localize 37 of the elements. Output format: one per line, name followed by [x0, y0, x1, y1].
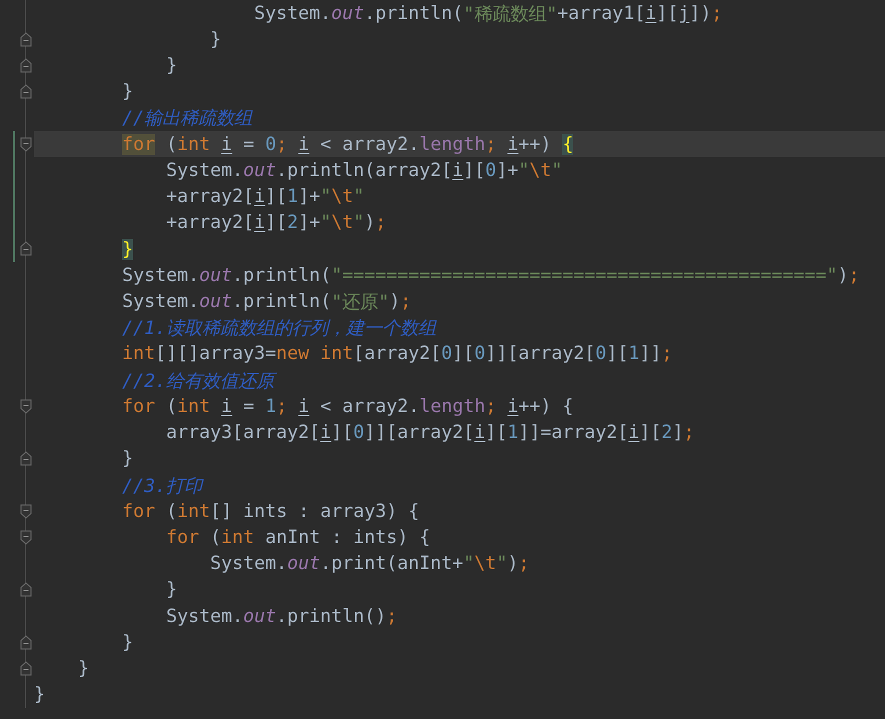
code-line: }	[165, 578, 178, 602]
collapse-end-icon[interactable]	[20, 582, 32, 598]
code-line: System.out.println();	[165, 604, 398, 629]
code-line: }	[121, 630, 134, 655]
code-line: +array2[i][2]+"\t");	[165, 211, 388, 236]
collapse-end-icon[interactable]	[20, 660, 32, 676]
code-line: }	[121, 447, 134, 472]
code-line: System.out.println("稀疏数组"+array1[i][j]);	[253, 2, 724, 26]
collapse-end-icon[interactable]	[20, 241, 32, 256]
code-line: //3.打印	[121, 474, 205, 498]
collapse-start-icon[interactable]	[20, 136, 32, 152]
collapse-end-icon[interactable]	[20, 84, 32, 100]
code-line: +array2[i][1]+"\t"	[165, 185, 366, 210]
collapse-start-icon[interactable]	[20, 530, 32, 545]
code-line: //1.读取稀疏数组的行列，建一个数组	[121, 317, 438, 341]
code-line: for (int anInt : ints) {	[165, 526, 432, 550]
collapse-start-icon[interactable]	[20, 398, 32, 414]
collapse-start-icon[interactable]	[20, 504, 32, 519]
code-line: }	[121, 80, 134, 104]
code-line: System.out.println("还原");	[121, 290, 412, 315]
code-line: }	[165, 54, 178, 78]
code-line: }	[209, 28, 222, 52]
code-line: System.out.println(array2[i][0]+"\t"	[165, 158, 564, 183]
code-line: //输出稀疏数组	[121, 107, 254, 132]
collapse-end-icon[interactable]	[20, 32, 32, 47]
collapse-end-icon[interactable]	[20, 634, 32, 650]
collapse-end-icon[interactable]	[20, 58, 32, 73]
code-line: array3[array2[i][0]][array2[i][1]]=array2[i][2];	[165, 421, 696, 446]
code-line: System.out.print(anInt+"\t");	[209, 552, 530, 576]
code-line: //2.给有效值还原	[34, 367, 885, 394]
code-line: }	[77, 657, 90, 682]
code-line: for (int i = 1; i < array2.length; i++) {	[121, 394, 574, 419]
code-line: int[][]array3=new int[array2[0][0]][array2[0][1]];	[121, 342, 674, 366]
code-line: }	[34, 683, 46, 708]
code-line: System.out.println("============================================");	[121, 264, 861, 288]
code-line: for (int[] ints : array3) {	[121, 500, 420, 524]
collapse-end-icon[interactable]	[20, 451, 32, 466]
